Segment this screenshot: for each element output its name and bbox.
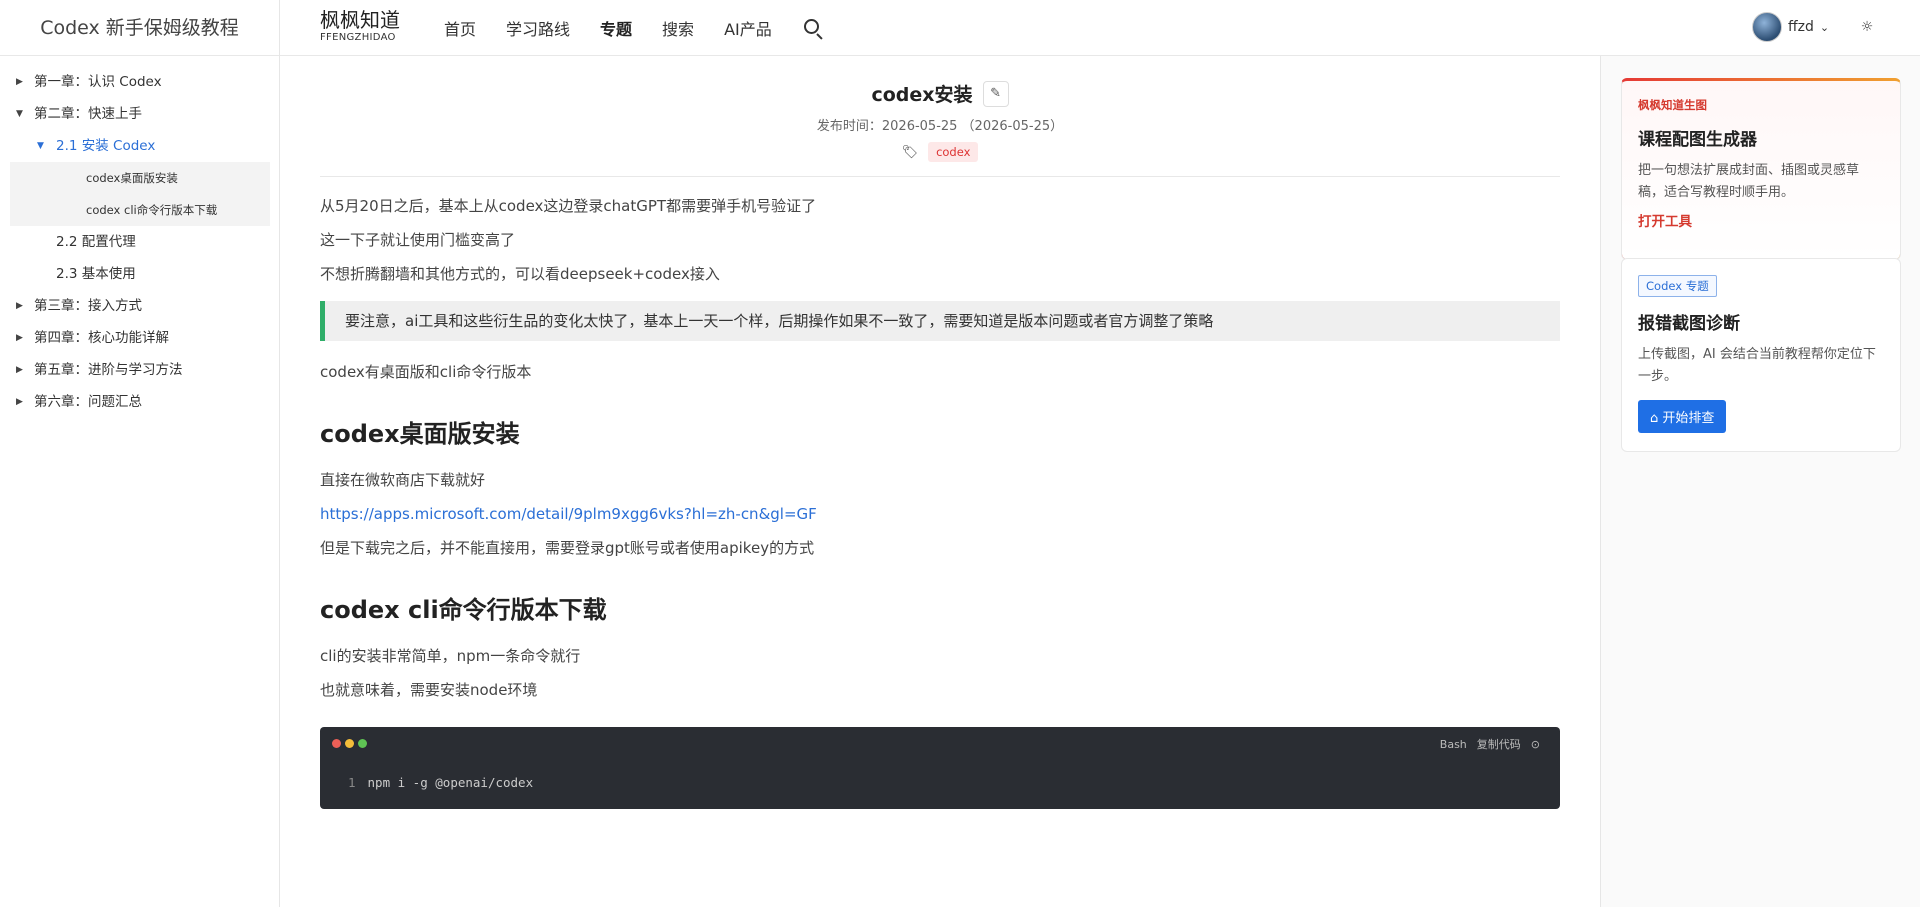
sun-icon[interactable]: ☼	[1856, 16, 1878, 38]
code-line: 1 npm i -g @openai/codex	[348, 775, 533, 790]
toc-label: 第六章：问题汇总	[34, 394, 142, 410]
article-title: codex安装	[871, 84, 973, 106]
nav-home[interactable]: 首页	[444, 16, 476, 40]
toc-section-2-2[interactable]: 2.2 配置代理	[0, 226, 279, 258]
nav-links: 首页 学习路线 专题 搜索 AI产品	[444, 0, 824, 56]
nav-ai-products[interactable]: AI产品	[724, 16, 772, 40]
article-body: 从5月20日之后，基本上从codex这边登录chatGPT都需要弹手机号验证了 …	[320, 177, 1560, 809]
paragraph: 直接在微软商店下载就好	[320, 471, 486, 489]
site-title[interactable]: Codex 新手保姆级教程	[0, 0, 279, 56]
button-label: 开始排查	[1662, 411, 1715, 426]
warning-callout: 要注意，ai工具和这些衍生品的变化太快了，基本上一天一个样，后期操作如果不一致了…	[320, 301, 1560, 341]
toc-section-2-3[interactable]: 2.3 基本使用	[0, 258, 279, 290]
toc-section-2-1[interactable]: ▼ 2.1 安装 Codex	[0, 130, 279, 162]
caret-right-icon: ▶	[16, 77, 23, 87]
paragraph: 这一下子就让使用门槛变高了	[320, 231, 516, 249]
card-title: 课程配图生成器	[1638, 130, 1757, 150]
table-of-contents: ▶ 第一章：认识 Codex ▼ 第二章：快速上手 ▼ 2.1 安装 Codex…	[0, 56, 279, 418]
card-description: 上传截图，AI 会结合当前教程帮你定位下一步。	[1638, 347, 1876, 384]
search-icon[interactable]	[802, 17, 824, 40]
card-title: 报错截图诊断	[1638, 314, 1740, 334]
toc-label: 第三章：接入方式	[34, 298, 142, 314]
nav-topics[interactable]: 专题	[600, 16, 632, 40]
topic-badge: Codex 专题	[1638, 275, 1717, 297]
publish-date: 发布时间：2026-05-25 （2026-05-25）	[816, 119, 1064, 134]
toc-chapter-3[interactable]: ▶ 第三章：接入方式	[0, 290, 279, 322]
paragraph: 但是下载完之后，并不能直接用，需要登录gpt账号或者使用apikey的方式	[320, 539, 815, 557]
top-navigation: 枫枫知道 FFENGZHIDAO 首页 学习路线 专题 搜索 AI产品 ffzd…	[280, 0, 1920, 56]
image-generator-card: 枫枫知道生图 课程配图生成器 把一句想法扩展成封面、插图或灵感草稿，适合写教程时…	[1621, 78, 1901, 260]
heading-cli-download: codex cli命令行版本下载	[320, 596, 607, 624]
caret-right-icon: ▶	[16, 333, 23, 343]
toc-label: 第五章：进阶与学习方法	[34, 362, 183, 378]
chevron-down-icon: ⌄	[1819, 20, 1830, 34]
toc-chapter-5[interactable]: ▶ 第五章：进阶与学习方法	[0, 354, 279, 386]
toc-chapter-6[interactable]: ▶ 第六章：问题汇总	[0, 386, 279, 418]
nav-learning-path[interactable]: 学习路线	[506, 16, 570, 40]
code-block: Bash 复制代码 ⊙ 1 npm i -g @openai/codex	[320, 727, 1560, 809]
caret-down-icon: ▼	[37, 141, 44, 151]
toc-label: 2.1 安装 Codex	[56, 138, 156, 154]
code-text: npm i -g @openai/codex	[367, 775, 534, 790]
caret-right-icon: ▶	[16, 365, 23, 375]
avatar	[1752, 12, 1782, 42]
nav-search[interactable]: 搜索	[662, 16, 694, 40]
username: ffzd	[1788, 19, 1814, 35]
tag-badge[interactable]: codex	[928, 142, 979, 162]
caret-right-icon: ▶	[16, 397, 23, 407]
paragraph: codex有桌面版和cli命令行版本	[320, 363, 532, 381]
start-diagnosis-button[interactable]: ⌂ 开始排查	[1638, 400, 1727, 433]
edit-icon[interactable]: ✎	[982, 80, 1009, 107]
collapse-icon[interactable]: ⊙	[1531, 738, 1540, 751]
heading-desktop-install: codex桌面版安装	[320, 420, 520, 448]
store-link[interactable]: https://apps.microsoft.com/detail/9plm9x…	[320, 505, 817, 523]
left-sidebar: Codex 新手保姆级教程 ▶ 第一章：认识 Codex ▼ 第二章：快速上手 …	[0, 0, 280, 907]
line-number: 1	[348, 775, 356, 790]
paragraph: 从5月20日之后，基本上从codex这边登录chatGPT都需要弹手机号验证了	[320, 197, 817, 215]
paragraph: 也就意味着，需要安装node环境	[320, 681, 538, 699]
copy-code-button[interactable]: 复制代码	[1477, 736, 1521, 752]
toc-chapter-2[interactable]: ▼ 第二章：快速上手	[0, 98, 279, 130]
open-tool-link[interactable]: 打开工具	[1638, 210, 1884, 230]
caret-right-icon: ▶	[16, 301, 23, 311]
robot-icon: ⌂	[1650, 411, 1663, 426]
card-kicker: 枫枫知道生图	[1638, 98, 1707, 112]
toc-label: 第二章：快速上手	[34, 106, 142, 122]
caret-down-icon: ▼	[16, 109, 23, 119]
brand-logo[interactable]: 枫枫知道 FFENGZHIDAO	[320, 8, 400, 44]
card-description: 把一句想法扩展成封面、插图或灵感草稿，适合写教程时顺手用。	[1638, 163, 1860, 200]
toc-label: 第四章：核心功能详解	[34, 330, 169, 346]
paragraph: cli的安装非常简单，npm一条命令就行	[320, 647, 581, 665]
toc-chapter-4[interactable]: ▶ 第四章：核心功能详解	[0, 322, 279, 354]
article-header: codex安装 ✎ 发布时间：2026-05-25 （2026-05-25） 🏷…	[320, 56, 1560, 177]
toc-leaf-cli-download[interactable]: codex cli命令行版本下载	[10, 194, 270, 226]
toc-leaf-desktop-install[interactable]: codex桌面版安装	[10, 162, 270, 194]
toc-chapter-1[interactable]: ▶ 第一章：认识 Codex	[0, 66, 279, 98]
error-diagnosis-card: Codex 专题 报错截图诊断 上传截图，AI 会结合当前教程帮你定位下一步。 …	[1621, 258, 1901, 452]
window-dots-icon	[332, 739, 371, 748]
toc-label: 第一章：认识 Codex	[34, 74, 162, 90]
brand-name: 枫枫知道	[320, 8, 400, 32]
right-panel: 枫枫知道生图 课程配图生成器 把一句想法扩展成封面、插图或灵感草稿，适合写教程时…	[1600, 56, 1920, 907]
article-main: codex安装 ✎ 发布时间：2026-05-25 （2026-05-25） 🏷…	[320, 56, 1560, 809]
paragraph: 不想折腾翻墙和其他方式的，可以看deepseek+codex接入	[320, 265, 720, 283]
brand-subtitle: FFENGZHIDAO	[320, 32, 396, 43]
code-language: Bash	[1439, 737, 1467, 751]
tag-icon: 🏷	[901, 144, 919, 160]
user-menu[interactable]: ffzd ⌄	[1752, 12, 1829, 42]
